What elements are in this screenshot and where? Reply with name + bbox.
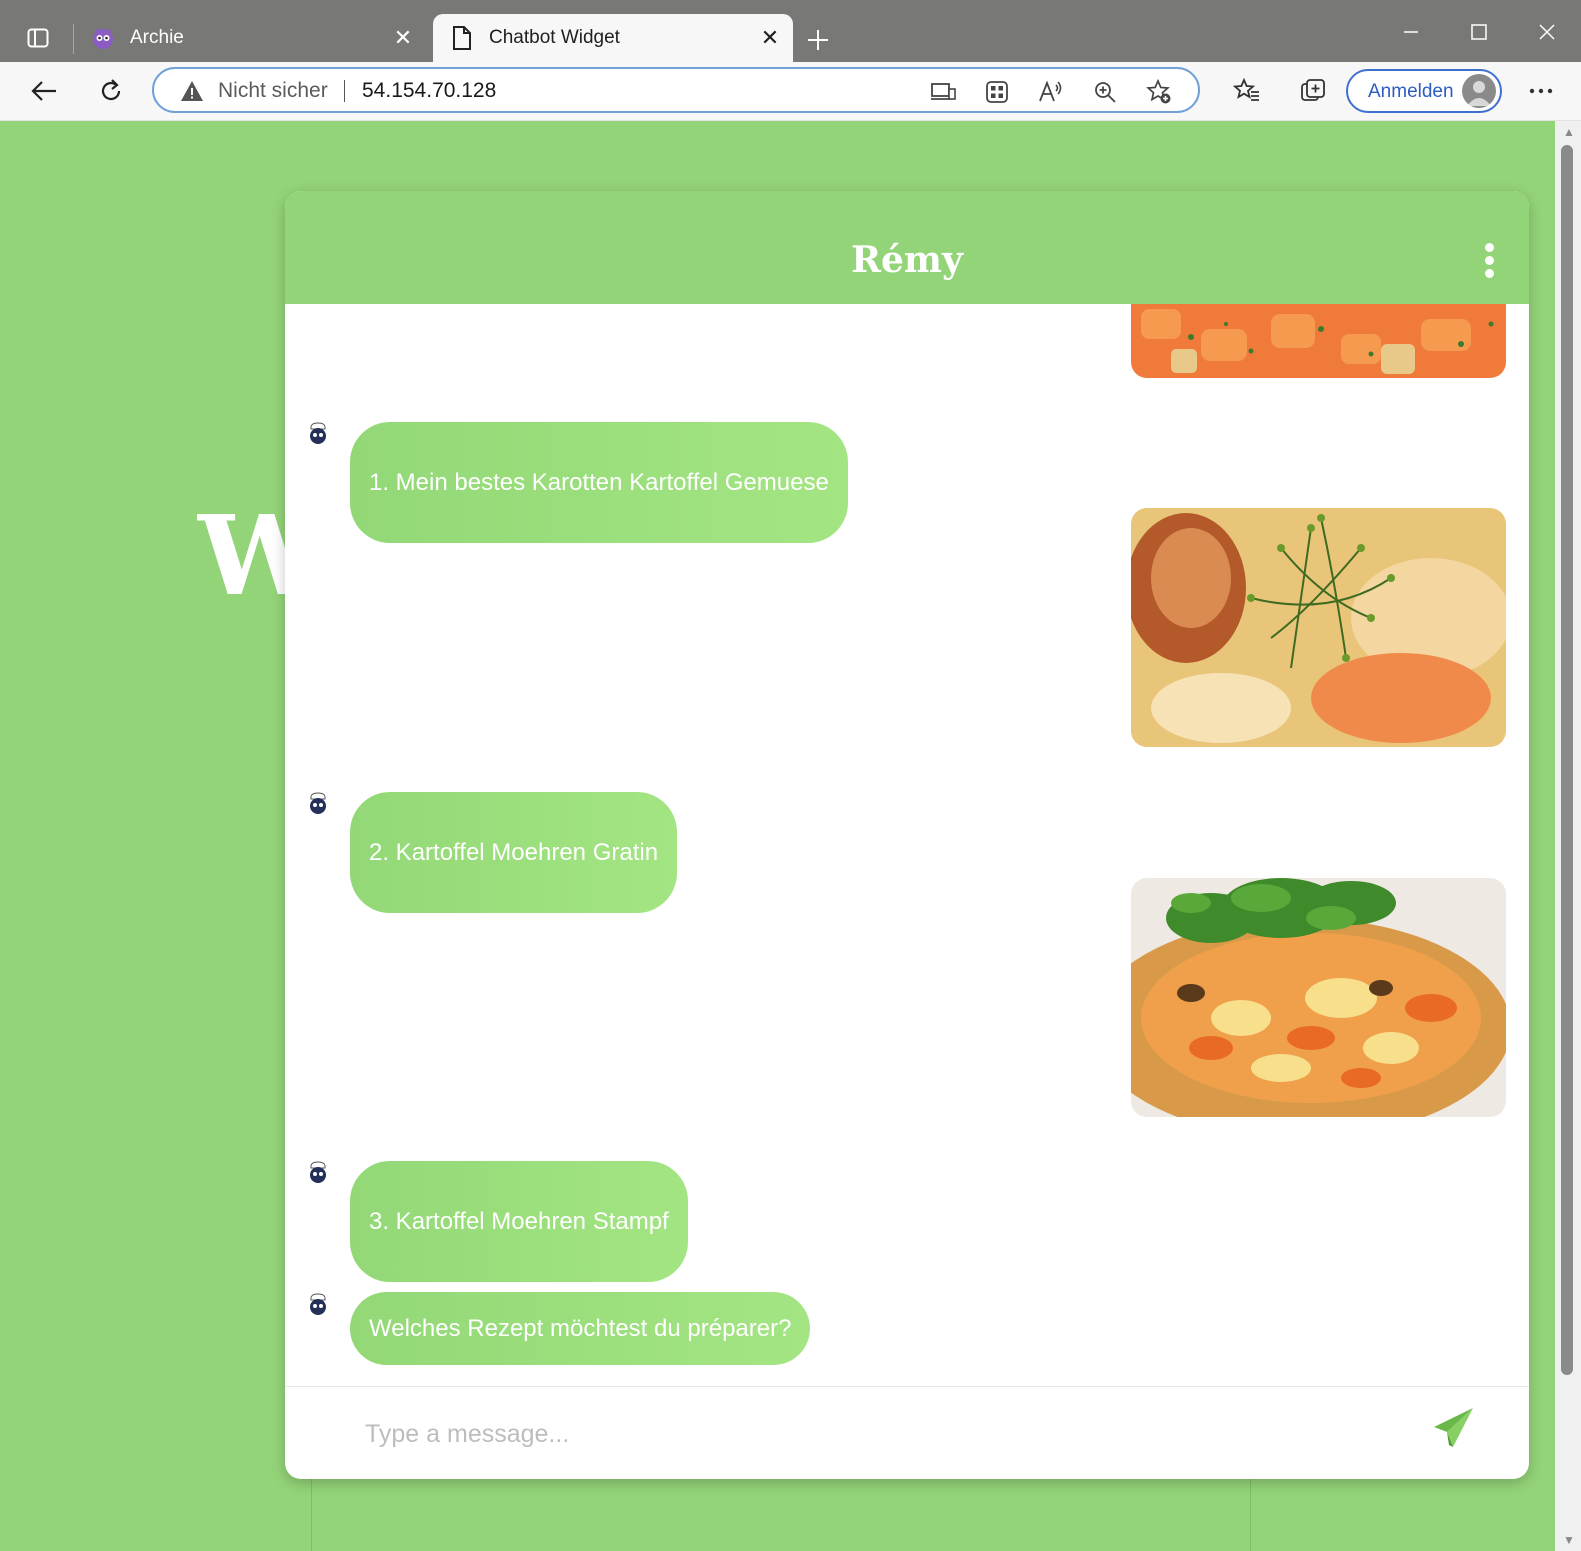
minimize-icon[interactable] [1391, 14, 1431, 50]
apps-grid-icon[interactable] [982, 77, 1012, 107]
warning-icon[interactable] [180, 79, 204, 103]
recipe-image[interactable] [1131, 304, 1506, 378]
address-bar[interactable]: Nicht sicher 54.154.70.128 [152, 67, 1200, 113]
recipe-image[interactable] [1131, 878, 1506, 1117]
tab-chatbot-widget[interactable]: Chatbot Widget ✕ [433, 14, 793, 62]
more-options-icon[interactable] [1521, 71, 1561, 111]
archie-favicon-icon [90, 25, 116, 51]
chat-widget: Rémy 1. Mein bestes Karotten Kartoffel G… [285, 191, 1529, 1479]
tab-label: Archie [130, 27, 184, 48]
message-list[interactable]: 1. Mein bestes Karotten Kartoffel Gemues… [285, 304, 1529, 1374]
tab-divider [73, 24, 74, 54]
maximize-icon[interactable] [1459, 14, 1499, 50]
scroll-thumb[interactable] [1561, 145, 1573, 1375]
address-divider [344, 80, 345, 102]
tab-actions-icon[interactable] [24, 24, 52, 52]
url-text[interactable]: 54.154.70.128 [362, 79, 496, 103]
close-tab-icon[interactable]: ✕ [755, 23, 785, 53]
refresh-icon[interactable] [91, 71, 131, 111]
app-available-icon[interactable] [928, 77, 958, 107]
bot-avatar-icon [306, 1292, 330, 1316]
bot-avatar-icon [306, 421, 330, 445]
tab-archie[interactable]: Archie ✕ [86, 14, 426, 62]
bot-message-bubble: 2. Kartoffel Moehren Gratin [350, 792, 678, 913]
signin-button[interactable]: Anmelden [1346, 69, 1502, 113]
bot-avatar-icon [306, 791, 330, 815]
bot-message-bubble: 1. Mein bestes Karotten Kartoffel Gemues… [350, 422, 848, 543]
favorites-icon[interactable] [1227, 71, 1267, 111]
chat-title: Rémy [851, 239, 963, 281]
tab-label: Chatbot Widget [489, 27, 620, 48]
collections-icon[interactable] [1293, 71, 1333, 111]
chat-header: Rémy [285, 191, 1529, 304]
recipe-image[interactable] [1131, 508, 1506, 747]
close-tab-icon[interactable]: ✕ [388, 23, 418, 53]
send-icon[interactable] [1431, 1405, 1477, 1451]
tab-bar: Archie ✕ Chatbot Widget ✕ [0, 0, 1581, 62]
close-window-icon[interactable] [1527, 14, 1567, 50]
signin-label: Anmelden [1368, 81, 1454, 102]
chat-menu-icon[interactable] [1481, 243, 1497, 279]
zoom-icon[interactable] [1090, 77, 1120, 107]
add-favorite-icon[interactable] [1144, 77, 1174, 107]
bot-avatar-icon [306, 1160, 330, 1184]
browser-toolbar: Nicht sicher 54.154.70.128 Anmelden [0, 62, 1581, 121]
back-icon[interactable] [24, 71, 64, 111]
background-divider [1250, 1476, 1251, 1551]
background-divider [311, 1476, 312, 1551]
bot-message-bubble: Welches Rezept möchtest du préparer? [350, 1292, 811, 1365]
security-status[interactable]: Nicht sicher [218, 79, 328, 103]
bot-message-bubble: 3. Kartoffel Moehren Stampf [350, 1161, 688, 1282]
message-input[interactable] [363, 1411, 1367, 1457]
profile-avatar-icon [1462, 74, 1496, 108]
chat-input-area [285, 1386, 1529, 1479]
page-icon [449, 25, 475, 51]
new-tab-icon[interactable] [800, 22, 836, 58]
scroll-down-icon[interactable]: ▼ [1563, 1533, 1575, 1547]
scroll-up-icon[interactable]: ▲ [1563, 125, 1575, 139]
page-scrollbar[interactable]: ▲ ▼ [1555, 121, 1581, 1551]
read-aloud-icon[interactable] [1036, 77, 1066, 107]
